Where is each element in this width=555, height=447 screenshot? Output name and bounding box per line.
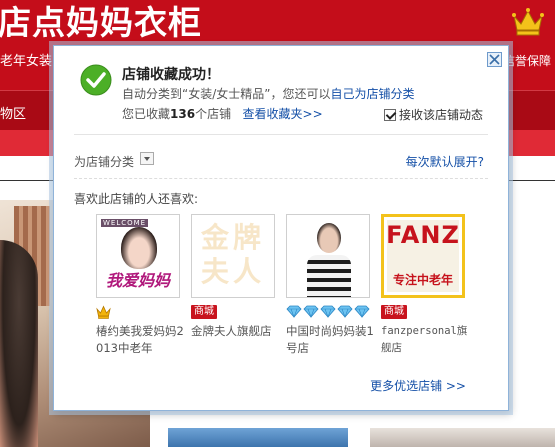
model-striped-top bbox=[307, 255, 351, 297]
favorite-count-text: 您已收藏136个店铺 查看收藏夹>> bbox=[122, 105, 323, 122]
favorite-count-suffix: 个店铺 bbox=[195, 107, 232, 121]
shop-thumbnail[interactable]: 金牌夫人 bbox=[191, 214, 275, 298]
favorite-count-prefix: 您已收藏 bbox=[122, 107, 171, 121]
product-photo[interactable] bbox=[370, 428, 555, 447]
shop-thumbnail[interactable] bbox=[286, 214, 370, 298]
mall-badge: 商城 bbox=[381, 304, 407, 319]
crown-icon bbox=[512, 8, 544, 36]
recommended-shop[interactable]: FANZ 专注中老年 商城 fanzpersonal旗舰店 bbox=[381, 214, 473, 357]
crown-badge-icon bbox=[96, 305, 111, 319]
expand-default-link[interactable]: 每次默认展开? bbox=[406, 153, 484, 170]
store-subtitle: 老年女装 bbox=[0, 54, 53, 69]
view-favorites-link[interactable]: 查看收藏夹>> bbox=[243, 107, 323, 121]
shop-rating: 商城 bbox=[381, 304, 473, 319]
diamond-icon bbox=[286, 305, 302, 318]
divider bbox=[74, 134, 488, 135]
thumbnail-brand-text: 我爱妈妈 bbox=[105, 271, 170, 290]
diamond-icon bbox=[354, 305, 370, 318]
dialog-title: 店铺收藏成功！ bbox=[122, 67, 220, 83]
shop-name-link[interactable]: 椿约美我爱妈妈2013中老年 bbox=[96, 323, 188, 357]
shop-name-link[interactable]: 金牌夫人旗舰店 bbox=[191, 323, 283, 340]
shop-thumbnail[interactable]: FANZ 专注中老年 bbox=[381, 214, 465, 298]
shop-rating bbox=[96, 304, 188, 319]
diamond-icon bbox=[337, 305, 353, 318]
shop-rating: 商城 bbox=[191, 304, 283, 319]
custom-category-link[interactable]: 自己为店铺分类 bbox=[330, 87, 414, 101]
recommended-shop[interactable]: 金牌夫人 商城 金牌夫人旗舰店 bbox=[191, 214, 283, 340]
shop-thumbnail[interactable]: WELCOME 我爱妈妈 bbox=[96, 214, 180, 298]
model-image bbox=[0, 240, 38, 447]
checkmark-icon bbox=[80, 64, 112, 96]
model-portrait bbox=[317, 223, 341, 253]
favorite-count: 136 bbox=[170, 107, 196, 121]
thumbnail-slogan-text: 专注中老年 bbox=[392, 273, 453, 287]
favorite-success-dialog: 店铺收藏成功！ 自动分类到“女装/女士精品”，您还可以自己为店铺分类 您已收藏1… bbox=[53, 45, 509, 411]
diamond-icon bbox=[320, 305, 336, 318]
auto-category-label: 自动分类到“女装/女士精品”，您还可以 bbox=[122, 87, 331, 101]
more-shops-link[interactable]: 更多优选店铺 >> bbox=[370, 377, 466, 394]
auto-category-text: 自动分类到“女装/女士精品”，您还可以自己为店铺分类 bbox=[122, 85, 415, 102]
shop-name-link[interactable]: 中国时尚妈妈装1号店 bbox=[286, 323, 378, 357]
mall-badge: 商城 bbox=[191, 304, 217, 319]
thumbnail-welcome-text: WELCOME bbox=[101, 219, 149, 227]
close-button[interactable] bbox=[487, 52, 502, 67]
thumbnail-brand-text: 金牌夫人 bbox=[200, 221, 265, 288]
model-portrait bbox=[121, 227, 157, 269]
product-photo[interactable] bbox=[168, 428, 348, 447]
recommended-shop[interactable]: 中国时尚妈妈装1号店 bbox=[286, 214, 378, 357]
store-title: 店点妈妈衣柜 bbox=[0, 3, 202, 42]
category-dropdown-button[interactable] bbox=[140, 152, 154, 165]
shop-name-link[interactable]: fanzpersonal旗舰店 bbox=[381, 323, 473, 357]
receive-updates-checkbox[interactable]: 接收该店铺动态 bbox=[384, 106, 483, 123]
store-guarantee[interactable]: 信誉保障 bbox=[503, 52, 551, 69]
checkbox-checked-icon[interactable] bbox=[384, 108, 396, 121]
store-nav-item[interactable]: 物区 bbox=[0, 103, 26, 122]
diamond-icon bbox=[303, 305, 319, 318]
recommended-shop[interactable]: WELCOME 我爱妈妈 椿约美我爱妈妈2013中老年 bbox=[96, 214, 188, 357]
divider bbox=[74, 178, 488, 179]
receive-updates-label: 接收该店铺动态 bbox=[399, 108, 484, 122]
shop-rating bbox=[286, 304, 378, 319]
recommend-heading: 喜欢此店铺的人还喜欢: bbox=[74, 192, 199, 206]
thumbnail-brand-text: FANZ bbox=[386, 221, 460, 249]
close-icon bbox=[489, 54, 500, 65]
category-label: 为店铺分类 bbox=[74, 155, 135, 169]
